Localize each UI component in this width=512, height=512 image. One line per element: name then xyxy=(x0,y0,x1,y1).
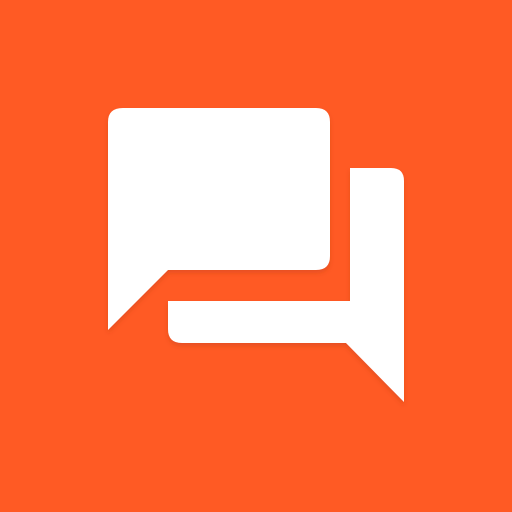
app-icon xyxy=(0,0,512,512)
chat-bubbles-icon xyxy=(108,108,404,402)
front-chat-bubble xyxy=(108,108,330,330)
